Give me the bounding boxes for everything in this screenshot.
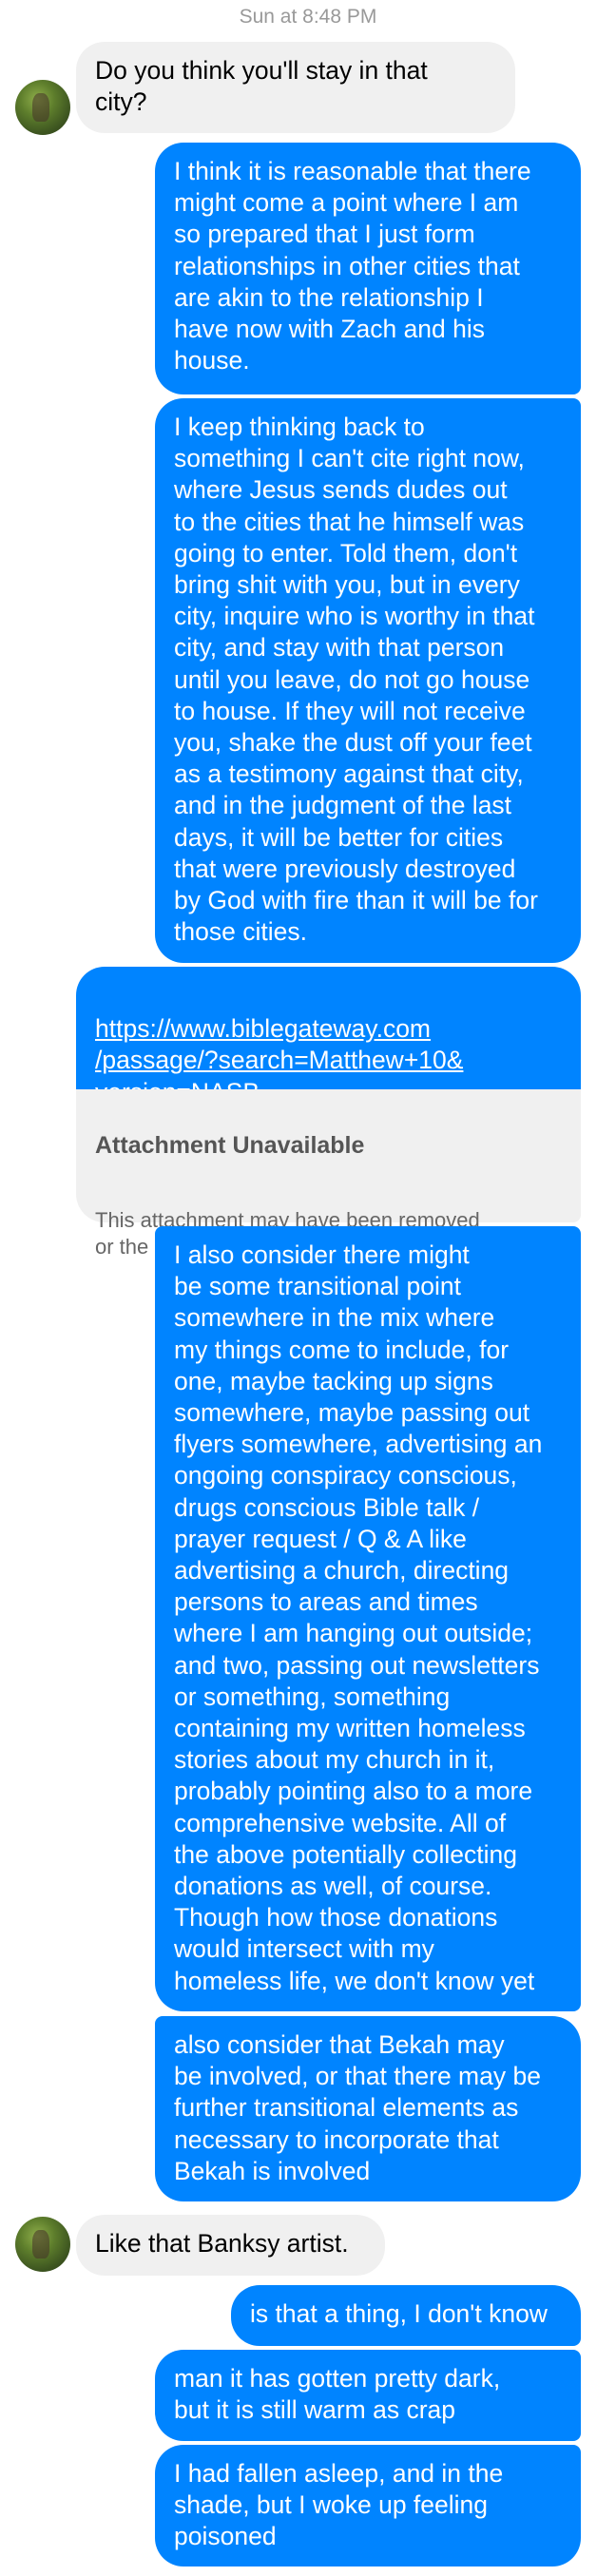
contact-avatar[interactable] [15,80,70,135]
outgoing-message[interactable]: I think it is reasonable that there migh… [155,143,581,394]
incoming-message[interactable]: Do you think you'll stay in that city? [76,42,515,133]
attachment-title: Attachment Unavailable [95,1132,365,1160]
outgoing-message[interactable]: I also consider there might be some tran… [155,1226,581,2011]
contact-avatar[interactable] [15,2217,70,2272]
outgoing-message[interactable]: I keep thinking back to something I can'… [155,398,581,963]
shared-link[interactable]: https://www.biblegateway.com /passage/?s… [76,967,581,1106]
outgoing-message[interactable]: man it has gotten pretty dark, but it is… [155,2350,581,2441]
incoming-message[interactable]: Like that Banksy artist. [76,2215,385,2276]
outgoing-message[interactable]: also consider that Bekah may be involved… [155,2016,581,2201]
outgoing-message[interactable]: is that a thing, I don't know [231,2285,581,2346]
timestamp: Sun at 8:48 PM [239,6,377,28]
outgoing-message[interactable]: I had fallen asleep, and in the shade, b… [155,2445,581,2566]
attachment-card[interactable]: Attachment Unavailable This attachment m… [76,1089,581,1259]
